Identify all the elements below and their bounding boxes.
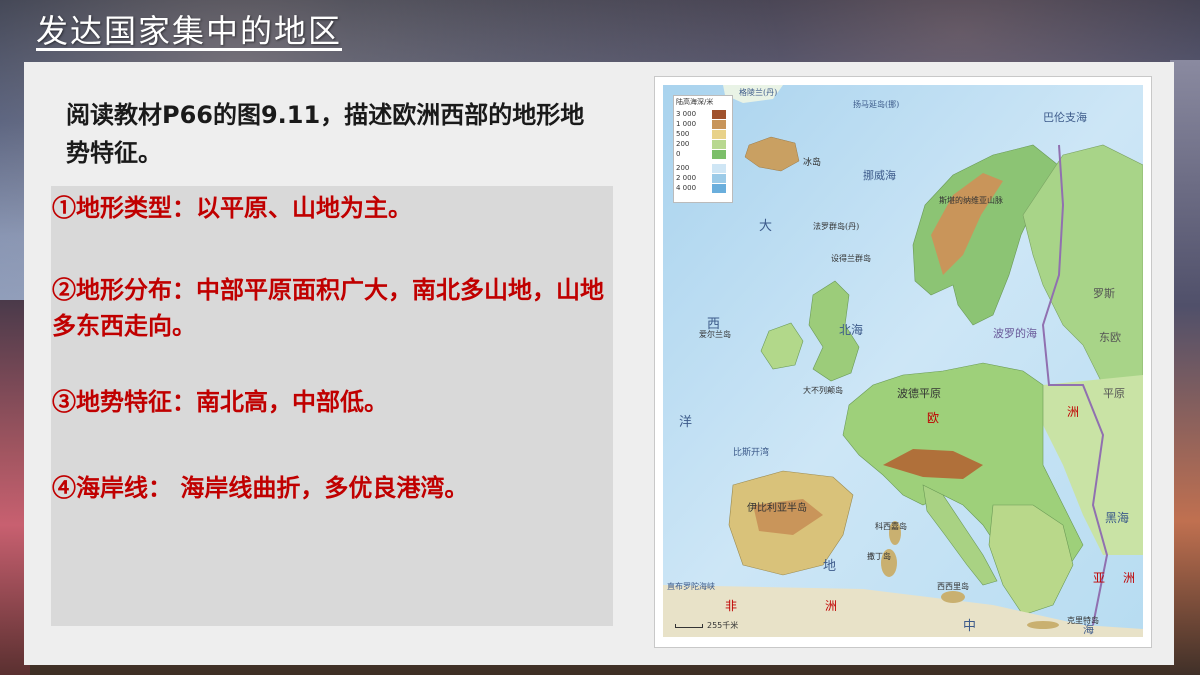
background-scenery-right	[1170, 60, 1200, 675]
legend-level: 1 000	[676, 120, 697, 128]
legend-swatch	[712, 110, 726, 119]
map-label: 挪威海	[863, 169, 896, 182]
map-label: 亚	[1093, 571, 1106, 585]
map-label: 黑海	[1105, 511, 1130, 525]
legend-level: 4 000	[676, 184, 697, 192]
map-label: 法罗群岛(丹)	[813, 222, 860, 231]
scale-label: 255千米	[707, 621, 739, 630]
legend-level: 200	[676, 140, 690, 148]
map-label: 中	[963, 619, 977, 634]
map-label: 地	[823, 559, 837, 574]
map-label: 洲	[1067, 405, 1080, 419]
intro-text: 阅读教材P66的图9.11，描述欧洲西部的地形地势特征。	[66, 101, 585, 167]
legend-swatch	[712, 130, 726, 139]
map-label: 扬马延岛(挪)	[853, 100, 900, 109]
legend-swatch	[712, 184, 726, 193]
legend-level: 2 000	[676, 174, 697, 182]
map-label: 波德平原	[897, 387, 941, 400]
map-legend: 陆高海深/米 3 000 1 000 500 200 0 200 2 000 4…	[673, 95, 733, 203]
legend-swatch	[712, 120, 726, 129]
legend-swatch	[712, 150, 726, 159]
map-label: 北海	[839, 323, 864, 337]
map-label: 洲	[825, 599, 838, 613]
map-label: 大不列颠岛	[803, 386, 843, 395]
map-label: 伊比利亚半岛	[747, 503, 807, 514]
map-label: 冰岛	[803, 158, 822, 168]
map-label: 平原	[1103, 387, 1125, 400]
legend-level: 3 000	[676, 110, 697, 118]
map-label: 撒丁岛	[867, 552, 891, 561]
legend-swatch	[712, 164, 726, 173]
point-terrain-feature: ③地势特征：南北高，中部低。	[52, 387, 388, 416]
map-label: 洲	[1123, 571, 1136, 585]
map-label: 斯堪的纳维亚山脉	[939, 196, 1003, 205]
legend-swatch	[712, 140, 726, 149]
map-label: 波罗的海	[993, 327, 1037, 340]
map-label: 洋	[679, 415, 693, 430]
map-graphic	[663, 85, 1144, 637]
legend-swatch	[712, 174, 726, 183]
scale-bar	[675, 623, 703, 628]
map-label: 非	[725, 599, 738, 613]
map-label: 比斯开湾	[733, 448, 770, 458]
map-label: 欧	[927, 411, 940, 425]
map-scale: 255千米	[675, 620, 738, 631]
map-label: 东欧	[1099, 331, 1121, 344]
point-landform-distribution: ②地形分布：中部平原面积广大，南北多山地，山地多东西走向。	[52, 275, 604, 340]
europe-relief-map: 陆高海深/米 3 000 1 000 500 200 0 200 2 000 4…	[654, 76, 1152, 648]
map-label: 设得兰群岛	[831, 254, 871, 263]
map-label: 科西嘉岛	[875, 522, 907, 531]
map-label: 爱尔兰岛	[699, 330, 731, 339]
map-label: 大	[759, 219, 773, 234]
point-coastline: ④海岸线： 海岸线曲折，多优良港湾。	[52, 473, 469, 502]
legend-title: 陆高海深/米	[676, 98, 714, 106]
slide-title: 发达国家集中的地区	[36, 6, 343, 51]
map-label: 罗斯	[1093, 287, 1115, 300]
map-label: 西西里岛	[937, 582, 969, 591]
map-label: 直布罗陀海峡	[667, 582, 715, 591]
map-label: 格陵兰(丹)	[739, 88, 778, 97]
legend-level: 0	[676, 150, 681, 158]
map-label: 巴伦支海	[1043, 111, 1087, 124]
map-label: 克里特岛	[1067, 616, 1099, 625]
point-landform-type: ①地形类型：以平原、山地为主。	[52, 193, 412, 222]
legend-level: 500	[676, 130, 690, 138]
legend-level: 200	[676, 164, 690, 172]
